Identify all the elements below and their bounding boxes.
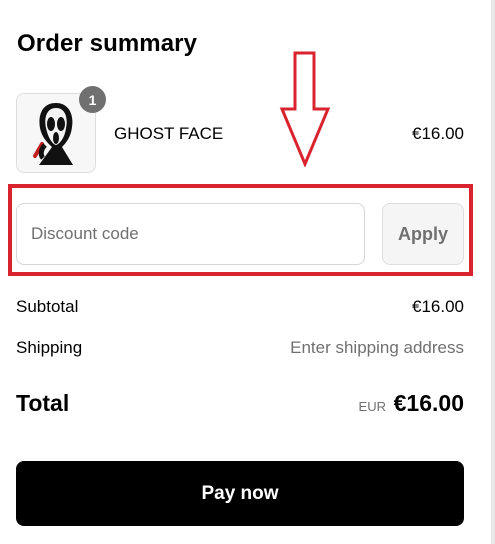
subtotal-row: Subtotal €16.00 [16, 297, 464, 317]
product-price: €16.00 [412, 124, 464, 143]
down-arrow-annotation-icon [279, 51, 331, 167]
order-summary-title: Order summary [17, 30, 198, 57]
pay-now-button[interactable]: Pay now [16, 461, 464, 526]
quantity-badge: 1 [79, 86, 106, 113]
order-summary-page: Order summary 1 GHOST FACE €16.00 Apply … [0, 0, 495, 544]
shipping-label: Shipping [16, 338, 83, 357]
ghost-face-figure-icon [33, 103, 73, 165]
discount-code-input[interactable] [16, 203, 365, 265]
currency-code: EUR [358, 399, 386, 414]
shipping-value: Enter shipping address [290, 338, 464, 357]
total-row: Total EUR €16.00 [16, 390, 464, 420]
subtotal-value: €16.00 [412, 297, 464, 316]
product-name: GHOST FACE [114, 124, 224, 143]
total-value: €16.00 [393, 390, 464, 416]
scrollbar-track[interactable] [491, 0, 495, 544]
cart-product-row: 1 GHOST FACE €16.00 [16, 86, 464, 173]
apply-discount-button[interactable]: Apply [382, 203, 464, 265]
shipping-row: Shipping Enter shipping address [16, 338, 464, 358]
total-label: Total [16, 390, 70, 416]
subtotal-label: Subtotal [16, 297, 79, 316]
product-thumbnail: 1 [16, 86, 106, 173]
